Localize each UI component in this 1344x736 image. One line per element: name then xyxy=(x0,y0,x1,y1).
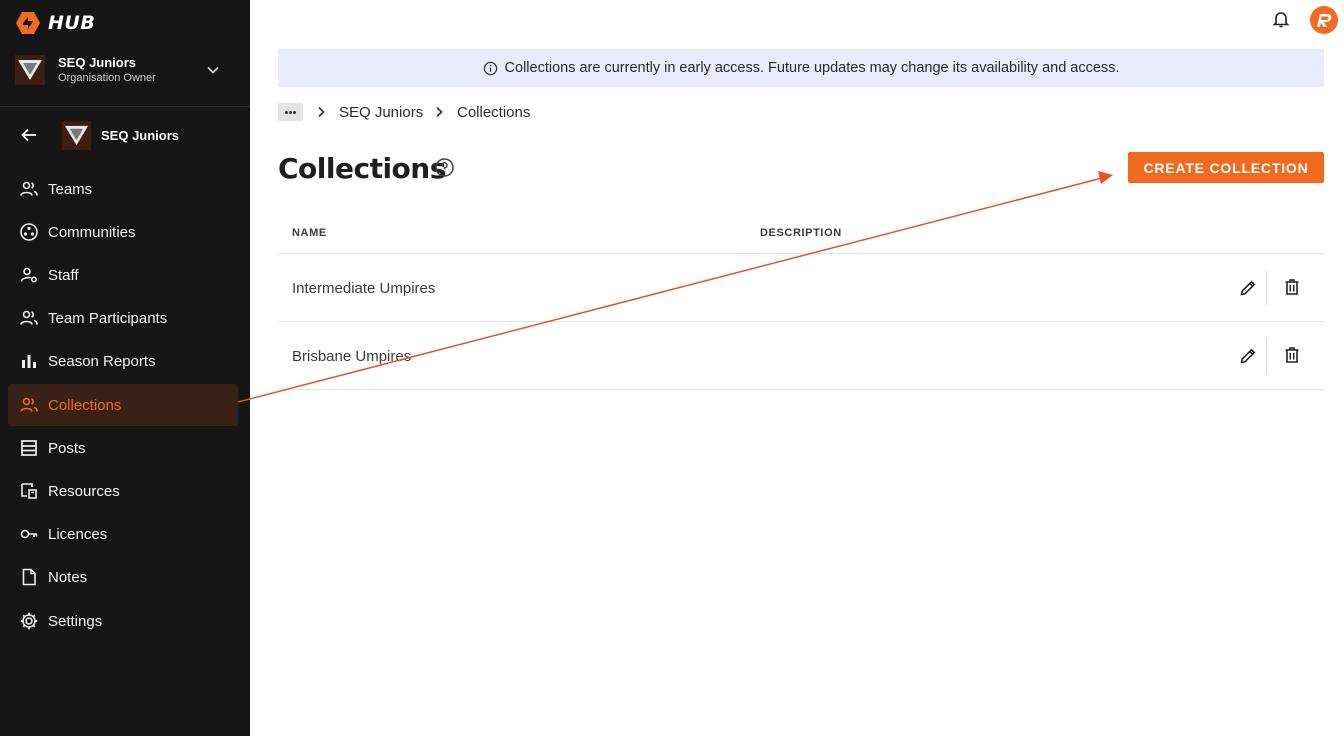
staff-icon xyxy=(20,267,37,283)
breadcrumb-item-org[interactable]: SEQ Juniors xyxy=(339,104,423,121)
pencil-icon[interactable] xyxy=(1238,346,1258,366)
banner-text: Collections are currently in early acces… xyxy=(504,60,1120,76)
sidebar-item-staff[interactable]: Staff xyxy=(8,254,238,296)
breadcrumb-more-button[interactable] xyxy=(278,103,303,121)
sidebar-item-label: Posts xyxy=(48,440,86,457)
chevron-right-icon xyxy=(436,106,443,118)
people-icon xyxy=(20,397,38,412)
resources-icon xyxy=(21,483,37,499)
table-row[interactable]: Intermediate Umpires xyxy=(278,254,1324,322)
column-header-name[interactable]: NAME xyxy=(292,227,327,239)
early-access-banner: Collections are currently in early acces… xyxy=(278,49,1324,87)
collection-name: Brisbane Umpires xyxy=(292,348,412,365)
hub-logo[interactable]: HUB xyxy=(16,11,95,35)
sidebar-item-settings[interactable]: Settings xyxy=(8,600,238,642)
sidebar-item-label: Team Participants xyxy=(48,310,168,327)
trash-icon[interactable] xyxy=(1282,277,1302,297)
sidebar-item-label: Licences xyxy=(48,526,108,543)
sidebar-item-collections[interactable]: Collections xyxy=(8,384,238,426)
sidebar-item-teams[interactable]: Teams xyxy=(8,168,238,210)
sidebar-item-posts[interactable]: Posts xyxy=(8,427,238,469)
sidebar-item-label: Resources xyxy=(48,483,120,500)
hub-logo-icon xyxy=(16,12,40,34)
people-icon xyxy=(20,310,38,325)
collection-name: Intermediate Umpires xyxy=(292,280,436,297)
org-switcher[interactable]: SEQ Juniors Organisation Owner xyxy=(0,46,250,107)
context-back-row[interactable]: SEQ Juniors xyxy=(0,117,250,153)
sidebar-item-label: Staff xyxy=(48,267,79,284)
pencil-icon[interactable] xyxy=(1238,278,1258,298)
brand-r-icon xyxy=(1317,14,1332,27)
key-icon xyxy=(20,529,38,539)
hub-logo-text: HUB xyxy=(48,12,96,34)
org-role: Organisation Owner xyxy=(58,72,156,84)
sidebar-item-licences[interactable]: Licences xyxy=(8,513,238,555)
table-row[interactable]: Brisbane Umpires xyxy=(278,322,1324,390)
trash-icon[interactable] xyxy=(1282,345,1302,365)
column-header-description[interactable]: DESCRIPTION xyxy=(760,227,842,239)
chevron-right-icon xyxy=(318,106,325,118)
communities-icon xyxy=(20,223,38,241)
sidebar-item-label: Collections xyxy=(48,397,122,414)
table-header: NAME DESCRIPTION xyxy=(278,214,1324,254)
bar-chart-icon xyxy=(22,355,36,368)
sidebar-item-communities[interactable]: Communities xyxy=(8,211,238,253)
sidebar-item-label: Settings xyxy=(48,613,103,630)
info-icon xyxy=(483,61,497,75)
sidebar-item-team-participants[interactable]: Team Participants xyxy=(8,297,238,339)
user-avatar[interactable] xyxy=(1310,6,1338,34)
sidebar: HUB SEQ Juniors Organisation Owner SEQ J… xyxy=(0,0,250,736)
page-title: Collections xyxy=(278,152,446,185)
create-collection-button[interactable]: CREATE COLLECTION xyxy=(1128,152,1324,183)
action-divider xyxy=(1266,270,1267,306)
org-avatar xyxy=(15,55,45,85)
posts-icon xyxy=(21,440,37,456)
file-icon xyxy=(22,568,36,586)
sidebar-item-label: Teams xyxy=(48,181,93,198)
context-name: SEQ Juniors xyxy=(101,128,180,143)
context-avatar xyxy=(62,121,91,150)
sidebar-item-label: Season Reports xyxy=(48,353,156,370)
help-icon[interactable] xyxy=(434,157,455,178)
sidebar-item-notes[interactable]: Notes xyxy=(8,556,238,598)
org-name: SEQ Juniors xyxy=(58,55,137,70)
sidebar-item-resources[interactable]: Resources xyxy=(8,470,238,512)
bell-icon[interactable] xyxy=(1271,9,1291,29)
sidebar-item-season-reports[interactable]: Season Reports xyxy=(8,340,238,382)
breadcrumb-item-current: Collections xyxy=(457,104,531,121)
chevron-down-icon[interactable] xyxy=(205,62,221,78)
arrow-left-icon[interactable] xyxy=(20,126,38,144)
sidebar-item-label: Notes xyxy=(48,569,88,586)
collections-table: NAME DESCRIPTION Intermediate Umpires Br… xyxy=(278,214,1324,390)
sidebar-item-label: Communities xyxy=(48,224,136,241)
action-divider xyxy=(1266,338,1267,374)
gear-icon xyxy=(20,612,38,630)
people-icon xyxy=(20,181,38,196)
